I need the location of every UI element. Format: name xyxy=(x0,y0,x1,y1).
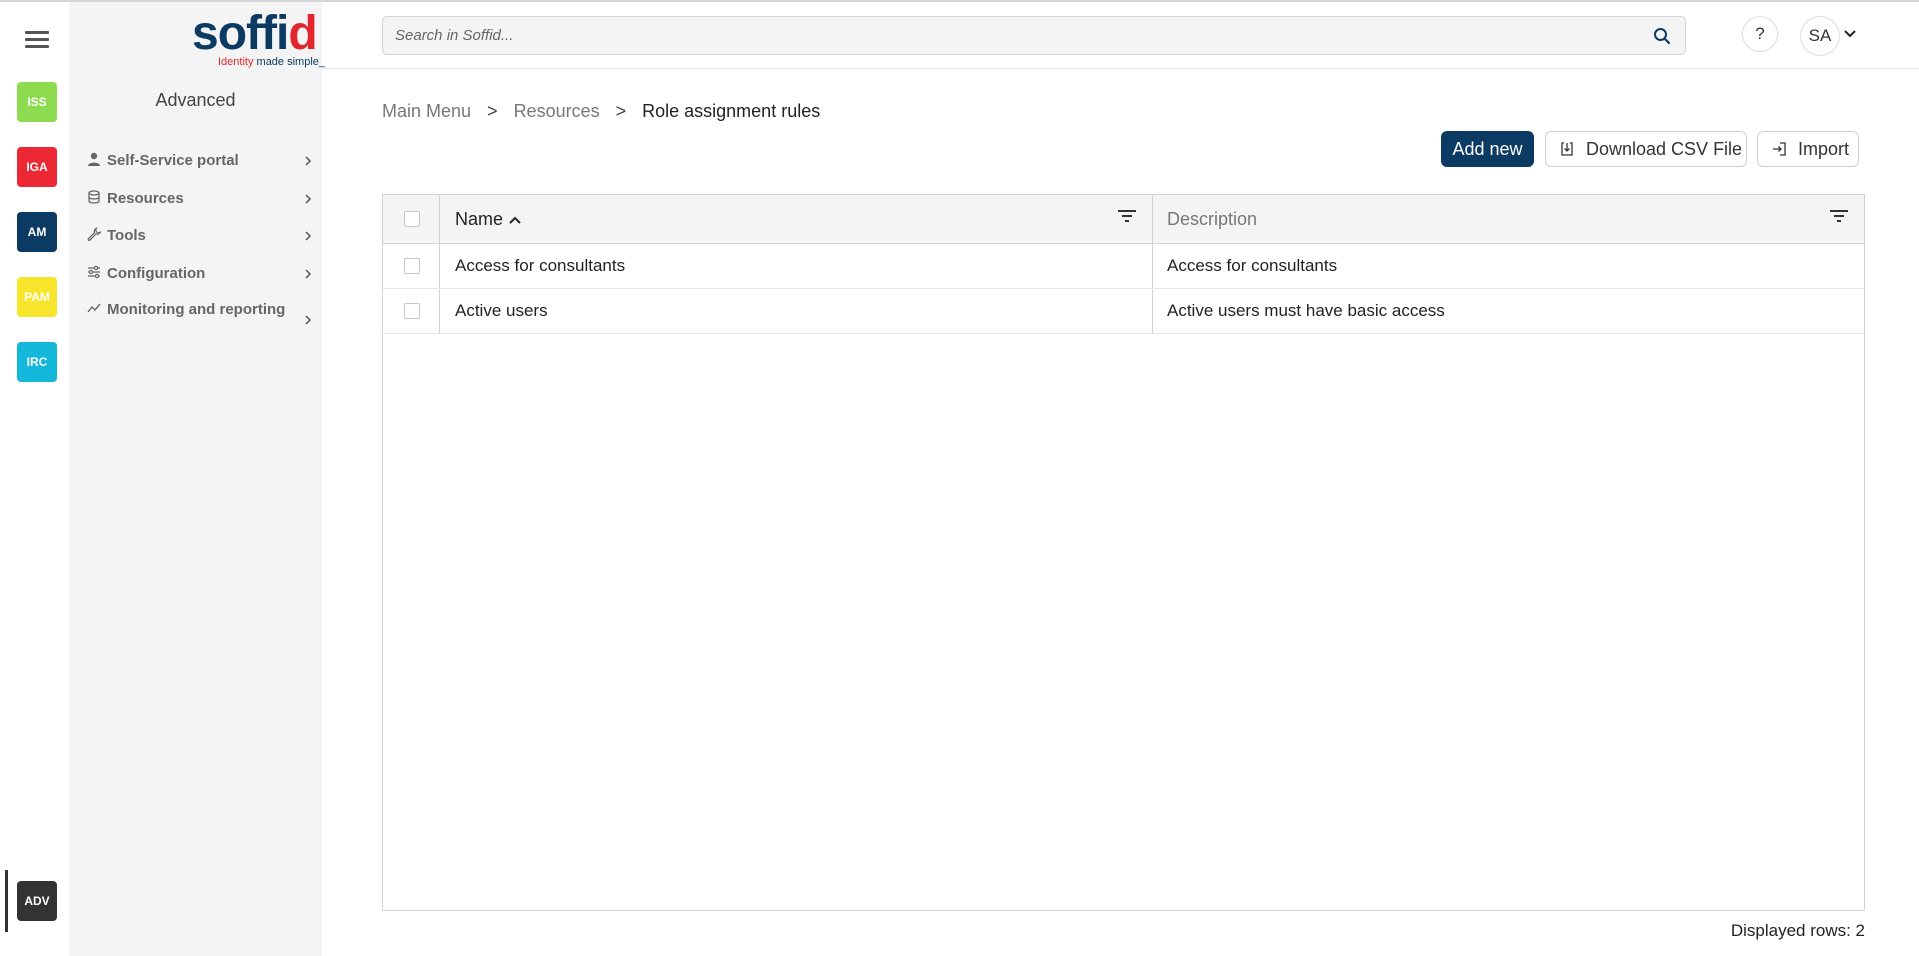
select-all-checkbox[interactable] xyxy=(404,211,420,227)
menu-item-resources[interactable]: Resources xyxy=(87,188,313,210)
menu-item-monitoring-and-reporting[interactable]: Monitoring and reporting xyxy=(87,299,287,321)
breadcrumb: Main Menu > Resources > Role assignment … xyxy=(382,101,820,122)
logo-tagline-accent: Identity xyxy=(218,56,254,68)
wrench-icon xyxy=(87,227,101,241)
logo-tagline: made simple_ xyxy=(253,56,326,68)
logo-wordmark-accent: d xyxy=(288,7,317,60)
menu-item-configuration[interactable]: Configuration xyxy=(87,263,313,285)
cell-name: Access for consultants xyxy=(455,256,626,275)
chevron-right-icon xyxy=(305,156,312,166)
sort-ascending-icon xyxy=(509,216,521,224)
menu-title: Advanced xyxy=(155,90,236,110)
chevron-right-icon xyxy=(305,231,312,241)
menu-item-self-service-portal[interactable]: Self-Service portal xyxy=(87,150,313,172)
module-adv-button[interactable]: ADV xyxy=(17,881,57,921)
import-label: Import xyxy=(1798,138,1850,159)
breadcrumb-separator: > xyxy=(615,101,627,121)
menu-item-label: Tools xyxy=(107,227,146,244)
breadcrumb-main-menu[interactable]: Main Menu xyxy=(382,101,471,122)
user-icon xyxy=(88,152,100,166)
logo-wordmark: soffi xyxy=(192,7,289,60)
app-root: ISS IGA AM PAM IRC ADV soffid Identity m… xyxy=(0,0,1919,956)
module-pam-button[interactable]: PAM xyxy=(17,277,57,317)
download-csv-label: Download CSV File xyxy=(1586,138,1743,159)
import-icon xyxy=(1773,142,1786,156)
import-button[interactable]: Import xyxy=(1757,131,1859,167)
module-rail: ISS IGA AM PAM IRC xyxy=(0,2,69,956)
menu-item-label: Self-Service portal xyxy=(107,152,239,169)
menu-item-label: Resources xyxy=(107,190,184,207)
cell-name: Active users xyxy=(455,301,548,320)
chevron-right-icon xyxy=(305,194,312,204)
download-csv-button[interactable]: Download CSV File xyxy=(1545,131,1747,167)
menu-item-tools[interactable]: Tools xyxy=(87,225,313,247)
database-icon xyxy=(88,190,100,204)
help-button[interactable]: ? xyxy=(1742,16,1778,52)
column-header-name[interactable]: Name xyxy=(455,195,522,244)
row-checkbox[interactable] xyxy=(404,303,420,319)
module-iga-button[interactable]: IGA xyxy=(17,147,57,187)
column-header-description[interactable]: Description xyxy=(1167,195,1257,244)
header-divider xyxy=(322,68,1919,69)
soffid-logo: soffid Identity made simple_ xyxy=(192,6,342,72)
role-assignment-rules-table: Name Description Access for consultants … xyxy=(382,194,1865,911)
chevron-right-icon xyxy=(305,269,312,279)
user-avatar[interactable]: SA xyxy=(1800,16,1840,56)
cell-description: Active users must have basic access xyxy=(1167,301,1445,320)
chart-line-icon xyxy=(87,303,101,313)
page-title: Role assignment rules xyxy=(642,101,821,121)
search-input[interactable] xyxy=(395,17,1635,54)
add-new-button[interactable]: Add new xyxy=(1441,131,1534,167)
menu-item-label: Configuration xyxy=(107,265,206,282)
cell-description: Access for consultants xyxy=(1167,256,1338,275)
sliders-icon xyxy=(88,265,100,279)
global-search xyxy=(382,16,1686,55)
side-menu: soffid Identity made simple_ Advanced Se… xyxy=(69,2,325,956)
row-checkbox[interactable] xyxy=(404,258,420,274)
displayed-rows-count: Displayed rows: 2 xyxy=(1730,921,1865,940)
filter-icon[interactable] xyxy=(1829,208,1849,224)
table-row[interactable]: Active users Active users must have basi… xyxy=(383,289,1864,334)
table-row[interactable]: Access for consultants Access for consul… xyxy=(383,244,1864,289)
menu-item-label: Monitoring and reporting xyxy=(107,301,286,318)
breadcrumb-resources[interactable]: Resources xyxy=(514,101,600,122)
breadcrumb-separator: > xyxy=(487,101,498,121)
hamburger-menu-icon[interactable] xyxy=(25,31,49,49)
module-iss-button[interactable]: ISS xyxy=(17,82,57,122)
active-module-indicator: ADV xyxy=(0,870,69,932)
search-icon[interactable] xyxy=(1653,27,1671,45)
column-name-label: Name xyxy=(455,209,504,229)
chevron-right-icon[interactable] xyxy=(303,315,313,325)
filter-icon[interactable] xyxy=(1117,208,1137,224)
table-header: Name Description xyxy=(383,195,1864,244)
module-irc-button[interactable]: IRC xyxy=(17,342,57,382)
module-am-button[interactable]: AM xyxy=(17,212,57,252)
download-icon xyxy=(1561,142,1573,156)
active-module-bar xyxy=(5,870,8,932)
chevron-down-icon[interactable] xyxy=(1843,29,1857,39)
